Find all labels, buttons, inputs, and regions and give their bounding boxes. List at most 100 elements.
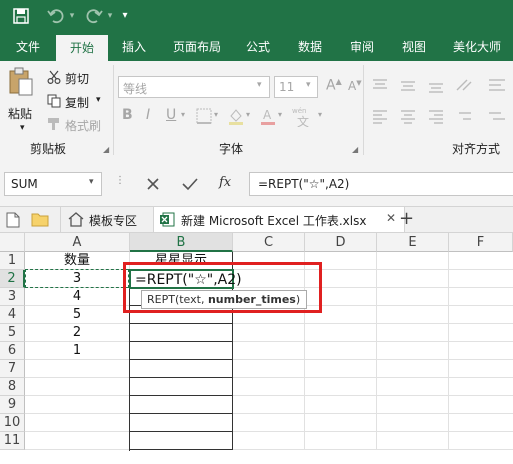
italic-icon[interactable]: I [146, 107, 150, 123]
font-color-icon[interactable]: A [260, 107, 276, 125]
cell-b8[interactable] [130, 378, 233, 396]
cell-a10[interactable] [25, 414, 130, 432]
worksheet-grid: A B C D E F 1 2 3 4 5 6 7 8 9 10 11 数量 3… [0, 233, 513, 464]
svg-text:A: A [263, 108, 272, 122]
formula-input[interactable]: =REPT("☆",A2) [249, 172, 513, 196]
tab-beautify-master[interactable]: 美化大师 [444, 33, 510, 61]
decrease-font-size-icon[interactable]: A▼ [348, 79, 362, 93]
tab-data[interactable]: 数据 [288, 33, 332, 61]
formula-bar-grip-icon: ⋮ [115, 175, 125, 186]
row-header[interactable]: 11 [0, 432, 25, 450]
row-header[interactable]: 5 [0, 324, 25, 342]
row-header[interactable]: 7 [0, 360, 25, 378]
copy-marquee [25, 269, 129, 288]
column-header-b[interactable]: B [130, 233, 233, 252]
column-header-a[interactable]: A [25, 233, 130, 252]
copy-dropdown-icon[interactable]: ▾ [96, 95, 101, 105]
row-header[interactable]: 1 [0, 252, 25, 270]
cell-a7[interactable] [25, 360, 130, 378]
cut-button[interactable]: 剪切 [65, 70, 89, 87]
row-header[interactable]: 3 [0, 288, 25, 306]
cell-a11[interactable] [25, 432, 130, 450]
cell-a5[interactable]: 2 [25, 324, 130, 342]
new-document-icon[interactable] [6, 212, 20, 228]
row-header[interactable]: 9 [0, 396, 25, 414]
tab-page-layout[interactable]: 页面布局 [162, 33, 232, 61]
row-header[interactable]: 10 [0, 414, 25, 432]
cell-a4[interactable]: 5 [25, 306, 130, 324]
font-size-dropdown-icon[interactable]: ▾ [306, 80, 311, 90]
copy-button[interactable]: 复制 [65, 94, 89, 111]
row-header[interactable]: 4 [0, 306, 25, 324]
underline-icon[interactable]: U [166, 107, 176, 123]
fill-color-dropdown-icon[interactable]: ▾ [246, 110, 250, 119]
undo-icon[interactable] [45, 6, 67, 26]
cell-a1[interactable]: 数量 [25, 252, 130, 270]
tab-view[interactable]: 视图 [392, 33, 436, 61]
open-folder-icon[interactable] [31, 212, 49, 227]
save-icon[interactable] [11, 6, 31, 26]
paste-button[interactable]: 粘贴 [8, 105, 32, 122]
customize-quick-access-icon[interactable]: ▾ [118, 6, 132, 26]
cell-a6[interactable]: 1 [25, 342, 130, 360]
tab-insert[interactable]: 插入 [112, 33, 156, 61]
tab-formulas[interactable]: 公式 [236, 33, 280, 61]
column-header-d[interactable]: D [305, 233, 377, 252]
tab-review[interactable]: 审阅 [340, 33, 384, 61]
name-box-value: SUM [11, 177, 38, 191]
column-header-e[interactable]: E [377, 233, 449, 252]
template-tab[interactable]: 模板专区 [89, 212, 137, 229]
underline-dropdown-icon[interactable]: ▾ [181, 110, 185, 119]
font-name-box[interactable]: 等线 ▾ [118, 76, 270, 98]
workbook-tab[interactable]: 新建 Microsoft Excel 工作表.xlsx ✕ [153, 207, 405, 232]
font-size-value: 11 [279, 80, 295, 94]
cell-a9[interactable] [25, 396, 130, 414]
name-box-dropdown-icon[interactable]: ▾ [89, 177, 94, 187]
font-name-dropdown-icon[interactable]: ▾ [257, 80, 262, 90]
cell-b10[interactable] [130, 414, 233, 432]
ribbon-tab-bar: 文件 开始 插入 页面布局 公式 数据 审阅 视图 美化大师 [0, 33, 513, 61]
cell-b9[interactable] [130, 396, 233, 414]
format-painter-button[interactable]: 格式刷 [65, 117, 101, 134]
excel-file-icon [160, 212, 175, 227]
new-tab-button[interactable]: + [399, 208, 414, 229]
tab-home[interactable]: 开始 [56, 35, 108, 61]
borders-dropdown-icon[interactable]: ▾ [214, 110, 218, 119]
bold-icon[interactable]: B [122, 107, 133, 123]
select-all-corner[interactable] [0, 233, 25, 252]
borders-icon[interactable] [196, 108, 212, 124]
font-color-dropdown-icon[interactable]: ▾ [278, 110, 282, 119]
cell-b6[interactable] [130, 342, 233, 360]
alignment-group-label: 对齐方式 [452, 142, 501, 156]
cell-b7[interactable] [130, 360, 233, 378]
cell-b5[interactable] [130, 324, 233, 342]
formula-bar-area: SUM ▾ ⋮ fx =REPT("☆",A2) [0, 160, 513, 206]
undo-dropdown-icon[interactable]: ▾ [68, 6, 76, 26]
column-header-c[interactable]: C [233, 233, 305, 252]
tab-divider [60, 207, 61, 232]
redo-icon[interactable] [83, 6, 105, 26]
enter-check-icon[interactable] [181, 176, 199, 192]
phonetic-guide-dropdown-icon[interactable]: ▾ [318, 110, 322, 119]
phonetic-guide-icon[interactable]: wén 文 [291, 105, 317, 127]
column-header-f[interactable]: F [449, 233, 513, 252]
tab-file[interactable]: 文件 [4, 33, 52, 61]
redo-dropdown-icon[interactable]: ▾ [106, 6, 114, 26]
insert-function-button[interactable]: fx [219, 175, 231, 190]
cancel-entry-icon[interactable] [145, 176, 161, 192]
cell-a3[interactable]: 4 [25, 288, 130, 306]
cell-b11[interactable] [130, 432, 233, 450]
cell-a8[interactable] [25, 378, 130, 396]
close-tab-icon[interactable]: ✕ [386, 211, 396, 225]
paste-icon[interactable] [8, 67, 34, 97]
row-header[interactable]: 6 [0, 342, 25, 360]
row-header[interactable]: 8 [0, 378, 25, 396]
increase-font-size-icon[interactable]: A▲ [326, 77, 342, 94]
name-box[interactable]: SUM ▾ [4, 172, 102, 196]
fill-color-icon[interactable] [228, 107, 244, 125]
font-dialog-launcher-icon[interactable]: ◢ [352, 145, 358, 154]
font-size-box[interactable]: 11 ▾ [274, 76, 318, 98]
paste-dropdown-icon[interactable]: ▾ [20, 123, 25, 133]
clipboard-dialog-launcher-icon[interactable]: ◢ [103, 145, 109, 154]
row-header[interactable]: 2 [0, 270, 25, 288]
